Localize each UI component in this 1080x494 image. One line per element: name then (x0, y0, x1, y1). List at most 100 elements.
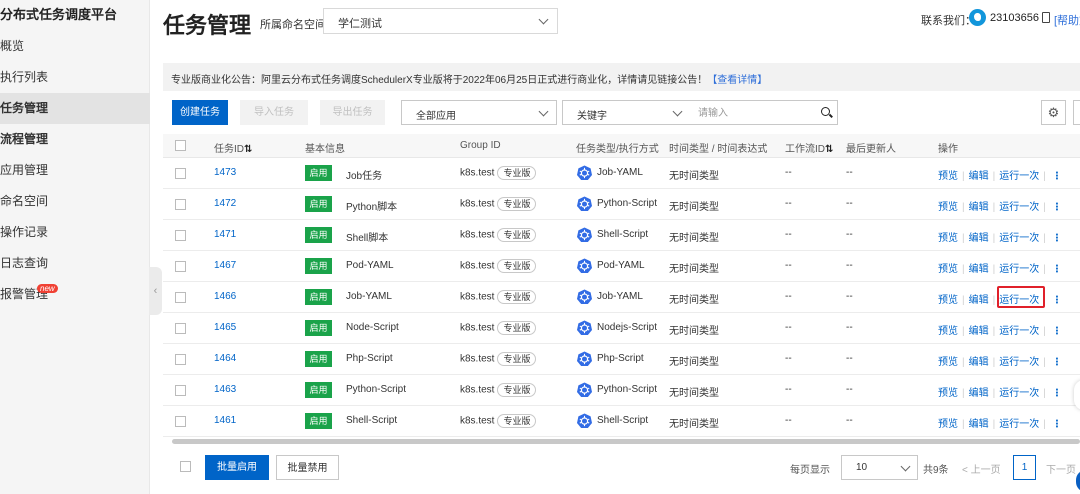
settings-button[interactable]: ⚙ (1041, 100, 1066, 125)
run-once-link[interactable]: 运行一次 (999, 202, 1039, 213)
more-actions-icon[interactable]: ⋮ (1052, 357, 1062, 368)
row-checkbox[interactable] (175, 199, 186, 210)
edit-link[interactable]: 编辑 (969, 233, 989, 244)
preview-link[interactable]: 预览 (938, 264, 958, 275)
more-actions-icon[interactable]: ⋮ (1052, 326, 1062, 337)
edit-link[interactable]: 编辑 (969, 171, 989, 182)
notice-details-link[interactable]: 【查看详情】 (707, 75, 767, 86)
sidebar-item-alerts[interactable]: 报警管理 new (0, 279, 150, 310)
preview-link[interactable]: 预览 (938, 388, 958, 399)
preview-link[interactable]: 预览 (938, 202, 958, 213)
prev-page-button[interactable]: < 上一页 (962, 461, 1001, 476)
task-id-link[interactable]: 1472 (214, 198, 236, 209)
sort-icon[interactable]: ⇅ (825, 144, 834, 155)
edit-link[interactable]: 编辑 (969, 419, 989, 430)
bulk-enable-button[interactable]: 批量启用 (205, 455, 269, 480)
more-actions-icon[interactable]: ⋮ (1052, 171, 1062, 182)
namespace-select[interactable]: 学仁测试 (323, 8, 558, 34)
table-row: 1473 启用 Job任务 k8s.test 专业版 Job-YAML 无时间类型 -- -- 预… (163, 158, 1080, 189)
run-once-link[interactable]: 运行一次 (999, 171, 1039, 182)
horizontal-scrollbar[interactable] (172, 439, 1080, 444)
next-page-button[interactable]: 下一页 (1046, 461, 1076, 476)
row-checkbox[interactable] (175, 230, 186, 241)
contact-number: 23103656 (990, 12, 1039, 24)
more-actions-icon[interactable]: ⋮ (1052, 388, 1062, 399)
preview-link[interactable]: 预览 (938, 233, 958, 244)
sidebar-item-apps[interactable]: 应用管理 (0, 155, 150, 186)
row-checkbox[interactable] (175, 292, 186, 303)
edit-link[interactable]: 编辑 (969, 357, 989, 368)
row-checkbox[interactable] (175, 168, 186, 179)
column-header-workflow[interactable]: 工作流ID⇅ (785, 140, 834, 155)
preview-link[interactable]: 预览 (938, 171, 958, 182)
create-task-button[interactable]: 创建任务 (172, 100, 228, 125)
select-all-checkbox[interactable] (175, 140, 186, 151)
keyword-filter-select[interactable]: 关键字 (562, 100, 691, 125)
more-actions-icon[interactable]: ⋮ (1052, 419, 1062, 430)
refresh-button[interactable] (1073, 100, 1080, 125)
search-icon[interactable] (821, 107, 830, 116)
page-size-select[interactable]: 10 (841, 455, 918, 480)
sidebar-item-workflows[interactable]: 流程管理 (0, 124, 150, 155)
task-id-link[interactable]: 1473 (214, 167, 236, 178)
row-checkbox[interactable] (175, 385, 186, 396)
more-actions-icon[interactable]: ⋮ (1052, 295, 1062, 306)
row-checkbox[interactable] (175, 416, 186, 427)
table-row: 1464 启用 Php-Script k8s.test 专业版 Php-Script 无时间… (163, 344, 1080, 375)
sidebar-item-log-query[interactable]: 日志查询 (0, 248, 150, 279)
group-id: k8s.test (460, 167, 495, 179)
export-task-button[interactable]: 导出任务 (320, 100, 385, 125)
edit-link[interactable]: 编辑 (969, 388, 989, 399)
row-checkbox[interactable] (175, 354, 186, 365)
row-actions: 预览 | 编辑 | 运行一次 | ⋮ (938, 171, 1062, 182)
run-once-link[interactable]: 运行一次 (999, 388, 1039, 399)
edit-link[interactable]: 编辑 (969, 264, 989, 275)
float-panel-handle[interactable] (1074, 380, 1080, 410)
preview-link[interactable]: 预览 (938, 295, 958, 306)
task-id-link[interactable]: 1466 (214, 291, 236, 302)
run-once-link[interactable]: 运行一次 (999, 233, 1039, 244)
float-help-button[interactable] (1076, 470, 1080, 492)
page-size-value: 10 (856, 462, 868, 473)
task-id-link[interactable]: 1461 (214, 415, 236, 426)
task-id-link[interactable]: 1463 (214, 384, 236, 395)
bulk-disable-button[interactable]: 批量禁用 (276, 455, 339, 480)
task-id-link[interactable]: 1464 (214, 353, 236, 364)
run-once-link[interactable]: 运行一次 (999, 264, 1039, 275)
more-actions-icon[interactable]: ⋮ (1052, 233, 1062, 244)
edit-link[interactable]: 编辑 (969, 326, 989, 337)
run-once-link[interactable]: 运行一次 (999, 326, 1039, 337)
page-number-current[interactable]: 1 (1013, 455, 1036, 480)
run-once-link[interactable]: 运行一次 (999, 357, 1039, 368)
sidebar-item-audit-log[interactable]: 操作记录 (0, 217, 150, 248)
sidebar-item-overview[interactable]: 概览 (0, 31, 150, 62)
select-all-checkbox-footer[interactable] (180, 461, 191, 472)
row-checkbox[interactable] (175, 261, 186, 272)
sidebar-collapse-button[interactable]: ‹ (149, 267, 162, 315)
sidebar-item-namespaces[interactable]: 命名空间 (0, 186, 150, 217)
task-id-link[interactable]: 1465 (214, 322, 236, 333)
row-checkbox[interactable] (175, 323, 186, 334)
task-id-link[interactable]: 1467 (214, 260, 236, 271)
task-id-link[interactable]: 1471 (214, 229, 236, 240)
run-once-link[interactable]: 运行一次 (999, 419, 1039, 430)
edit-link[interactable]: 编辑 (969, 202, 989, 213)
column-header-time: 时间类型 / 时间表达式 (669, 144, 768, 155)
sidebar-item-executions[interactable]: 执行列表 (0, 62, 150, 93)
help-link[interactable]: [帮助文 (1054, 12, 1080, 28)
more-actions-icon[interactable]: ⋮ (1052, 264, 1062, 275)
preview-link[interactable]: 预览 (938, 357, 958, 368)
preview-link[interactable]: 预览 (938, 326, 958, 337)
kubernetes-icon (577, 258, 592, 273)
last-updater: -- (846, 260, 853, 271)
sidebar-item-tasks[interactable]: 任务管理 (0, 93, 150, 124)
more-actions-icon[interactable]: ⋮ (1052, 202, 1062, 213)
preview-link[interactable]: 预览 (938, 419, 958, 430)
search-input[interactable] (698, 105, 808, 121)
dingtalk-icon (969, 9, 986, 26)
sort-icon[interactable]: ⇅ (244, 144, 253, 155)
app-filter-select[interactable]: 全部应用 (401, 100, 557, 125)
edit-link[interactable]: 编辑 (969, 295, 989, 306)
column-header-id[interactable]: 任务ID⇅ (214, 140, 253, 155)
import-task-button[interactable]: 导入任务 (240, 100, 308, 125)
